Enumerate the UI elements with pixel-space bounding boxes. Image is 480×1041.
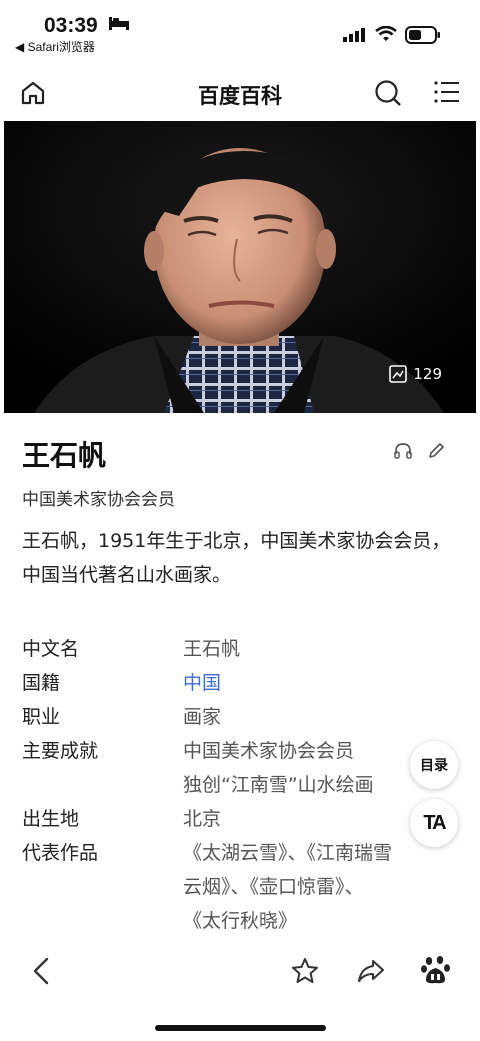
ta-button[interactable]: TA [410, 799, 458, 847]
entry-name: 王石帆 [22, 439, 107, 472]
infobox-value: 画家 [183, 706, 222, 728]
table-of-contents-button[interactable]: 目录 [410, 741, 458, 789]
battery-icon [405, 26, 440, 44]
infobox-row: 代表作品 《太湖云雪》、《江南瑞雪 云烟》、《壶口惊雷》、 《太行秋晓》 [22, 836, 462, 938]
infobox-key: 主要成就 [22, 740, 99, 762]
photo-count: 129 [413, 365, 442, 383]
infobox-row: 主要成就 中国美术家协会会员 独创“江南雪”山水绘画 [22, 734, 462, 802]
status-bar: 03:39 ◀ Safari浏览器 [0, 0, 480, 62]
infobox-value: 独创“江南雪”山水绘画 [183, 774, 374, 796]
hero-portrait[interactable]: 129 [4, 121, 476, 413]
wifi-icon [375, 26, 397, 41]
infobox-row: 中文名 王石帆 [22, 632, 462, 666]
sleep-mode-icon [109, 17, 129, 30]
infobox-value: 王石帆 [183, 638, 241, 660]
infobox: 中文名 王石帆 国籍 中国 职业 画家 主要成就 中国美术家协会会员 独创“江南… [22, 632, 462, 938]
infobox-value: 中国美术家协会会员 [183, 740, 355, 762]
infobox-key: 出生地 [22, 808, 80, 830]
share-icon[interactable] [356, 956, 386, 986]
cellular-signal-icon [343, 28, 365, 42]
infobox-key: 代表作品 [22, 842, 99, 864]
photo-count-badge[interactable]: 129 [389, 365, 442, 383]
search-icon[interactable] [374, 79, 402, 107]
infobox-key: 中文名 [22, 638, 80, 660]
baidu-paw-icon[interactable] [420, 954, 452, 986]
headphones-icon[interactable] [393, 441, 413, 461]
infobox-row: 国籍 中国 [22, 666, 462, 700]
menu-icon[interactable] [434, 80, 460, 104]
home-indicator [155, 1025, 326, 1031]
infobox-value: 《太行秋晓》 [183, 910, 298, 932]
infobox-value: 云烟》、《壶口惊雷》、 [183, 876, 364, 898]
back-to-safari-link[interactable]: ◀ Safari浏览器 [15, 38, 95, 55]
infobox-key: 职业 [22, 706, 61, 728]
nationality-link[interactable]: 中国 [183, 666, 221, 700]
status-time: 03:39 [44, 14, 98, 37]
entry-summary: 王石帆，1951年生于北京，中国美术家协会会员，中国当代著名山水画家。 [22, 530, 451, 586]
entry-subtitle: 中国美术家协会会员 [22, 490, 175, 510]
infobox-row: 职业 画家 [22, 700, 462, 734]
star-icon[interactable] [290, 956, 320, 986]
infobox-row: 出生地 北京 [22, 802, 462, 836]
infobox-key: 国籍 [22, 672, 61, 694]
infobox-value: 《太湖云雪》、《江南瑞雪 [183, 842, 393, 864]
edit-pencil-icon[interactable] [426, 441, 446, 461]
page-title: 百度百科 [198, 84, 282, 108]
back-arrow-icon[interactable] [30, 956, 52, 986]
gallery-icon [389, 365, 408, 383]
top-navigation-bar: 百度百科 [0, 66, 480, 120]
infobox-value: 北京 [183, 808, 222, 830]
